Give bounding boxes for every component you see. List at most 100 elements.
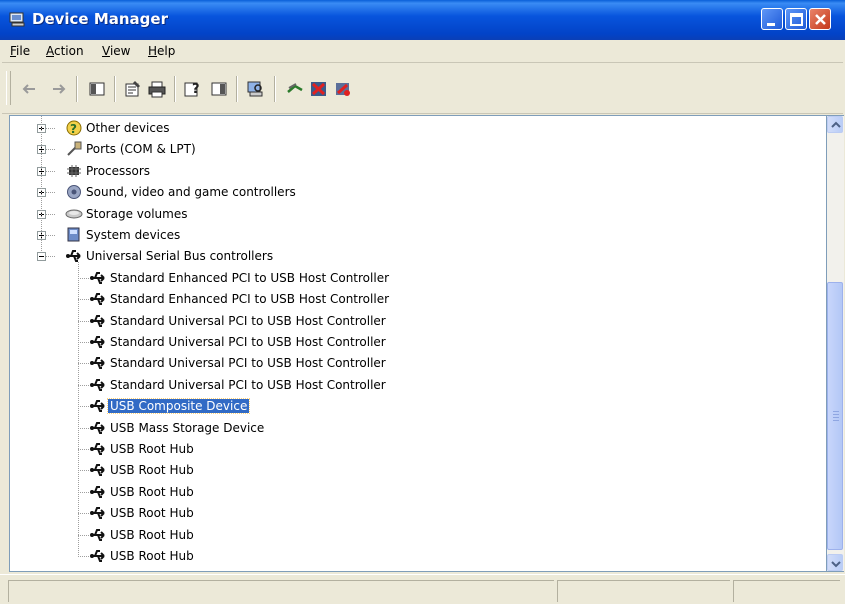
chevron-down-icon <box>831 561 841 568</box>
tree-device-label: USB Root Hub <box>110 463 194 478</box>
tree-device-row[interactable]: Standard Universal PCI to USB Host Contr… <box>10 375 810 395</box>
menu-file[interactable]: File <box>10 44 30 58</box>
usb-icon <box>90 485 105 498</box>
computer-monitor-icon <box>9 12 25 27</box>
usb-icon <box>90 507 105 520</box>
show-hide-console-tree-icon[interactable] <box>88 80 106 98</box>
tree-device-label: Standard Universal PCI to USB Host Contr… <box>110 377 386 392</box>
tree-device-row[interactable]: USB Root Hub <box>10 482 810 502</box>
title-bar[interactable]: Device Manager <box>0 0 845 40</box>
close-icon <box>815 14 826 25</box>
maximize-button[interactable] <box>785 8 807 30</box>
tree-category-label: System devices <box>86 228 181 242</box>
forward-arrow-icon[interactable] <box>50 80 68 98</box>
processor-chip-icon <box>67 164 81 177</box>
chevron-up-icon <box>831 121 841 128</box>
minimize-button[interactable] <box>761 8 783 30</box>
scroll-down-button[interactable] <box>827 554 843 571</box>
usb-icon <box>90 271 105 284</box>
tree-category-label: Universal Serial Bus controllers <box>86 249 274 264</box>
tree-category-label: Storage volumes <box>86 206 188 221</box>
tree-category-row[interactable]: System devices <box>10 225 810 245</box>
vertical-scrollbar[interactable] <box>827 115 844 572</box>
tree-device-label: Standard Universal PCI to USB Host Contr… <box>110 356 386 371</box>
tree-device-label: USB Root Hub <box>110 506 194 521</box>
tree-device-row[interactable]: USB Root Hub <box>10 546 810 566</box>
tree-device-row[interactable]: USB Mass Storage Device <box>10 418 810 438</box>
scroll-up-button[interactable] <box>827 116 843 133</box>
tree-device-label: Standard Universal PCI to USB Host Contr… <box>110 335 386 349</box>
menu-action[interactable]: Action <box>46 44 84 58</box>
tree-device-row[interactable]: USB Root Hub <box>10 460 810 480</box>
usb-icon <box>90 336 105 348</box>
speaker-icon <box>67 185 81 200</box>
collapse-icon[interactable] <box>37 252 46 262</box>
status-bar <box>0 574 845 604</box>
update-driver-icon[interactable] <box>286 80 304 98</box>
port-connector-icon <box>67 141 82 157</box>
svg-text:?: ? <box>192 82 200 97</box>
tree-device-label: USB Root Hub <box>110 549 194 563</box>
tree-category-row[interactable]: ? Other devices <box>10 118 810 138</box>
print-icon[interactable] <box>148 80 166 98</box>
status-pane-3 <box>733 580 840 602</box>
status-pane-2 <box>557 580 730 602</box>
tree-category-label: Sound, video and game controllers <box>86 185 296 200</box>
menu-bar: File Action View Help <box>2 40 843 63</box>
system-device-icon <box>67 227 80 242</box>
usb-icon <box>66 250 81 263</box>
help-icon[interactable]: ? <box>184 80 202 98</box>
tree-category-label: Other devices <box>86 121 170 135</box>
usb-icon <box>90 443 105 455</box>
tree-category-row[interactable]: Ports (COM & LPT) <box>10 139 810 159</box>
tree-device-label: Standard Universal PCI to USB Host Contr… <box>110 313 386 328</box>
window-title: Device Manager <box>32 10 168 28</box>
menu-help[interactable]: Help <box>148 44 175 58</box>
tree-device-row[interactable]: USB Root Hub <box>10 525 810 545</box>
scroll-thumb[interactable] <box>827 282 843 550</box>
usb-icon <box>90 378 105 391</box>
tree-device-row[interactable]: Standard Universal PCI to USB Host Contr… <box>10 332 810 352</box>
tree-device-label: Standard Enhanced PCI to USB Host Contro… <box>110 270 390 285</box>
tree-category-row[interactable]: Universal Serial Bus controllers <box>10 246 810 266</box>
tree-device-row[interactable]: USB Composite Device <box>10 396 810 416</box>
usb-icon <box>90 357 105 370</box>
tree-device-label-selected: USB Composite Device <box>106 398 251 415</box>
tree-category-row[interactable]: Processors <box>10 161 810 181</box>
tree-device-label: USB Mass Storage Device <box>110 420 265 435</box>
tree-device-row[interactable]: Standard Enhanced PCI to USB Host Contro… <box>10 268 810 288</box>
show-hide-action-pane-icon[interactable] <box>210 80 228 98</box>
other-devices-question-icon: ? <box>66 120 82 136</box>
tree-device-label: USB Root Hub <box>110 442 194 456</box>
usb-icon <box>90 528 105 541</box>
back-arrow-icon[interactable] <box>20 80 38 98</box>
tree-device-row[interactable]: USB Root Hub <box>10 503 810 523</box>
properties-icon[interactable] <box>124 80 142 98</box>
menu-view[interactable]: View <box>102 44 130 58</box>
tree-device-row[interactable]: Standard Enhanced PCI to USB Host Contro… <box>10 289 810 309</box>
usb-icon <box>90 314 105 327</box>
usb-icon <box>90 400 105 413</box>
tree-category-row[interactable]: Sound, video and game controllers <box>10 182 810 202</box>
maximize-icon <box>790 13 803 26</box>
tree-device-row[interactable]: Standard Universal PCI to USB Host Contr… <box>10 311 810 331</box>
usb-icon <box>90 421 105 434</box>
tree-device-row[interactable]: USB Root Hub <box>10 439 810 459</box>
scan-hardware-changes-icon[interactable] <box>246 80 264 98</box>
tree-device-label: USB Root Hub <box>110 527 194 542</box>
usb-icon <box>90 464 105 477</box>
toolbar: ? <box>2 63 843 114</box>
storage-volume-icon <box>65 209 83 219</box>
usb-icon <box>90 293 105 306</box>
tree-category-row[interactable]: Storage volumes <box>10 204 810 224</box>
disable-device-icon[interactable] <box>334 80 352 98</box>
tree-category-label: Ports (COM & LPT) <box>86 142 196 157</box>
device-manager-window: Device Manager File Action View Help ? ?… <box>0 0 845 604</box>
uninstall-icon[interactable] <box>310 80 328 98</box>
close-button[interactable] <box>809 8 831 30</box>
usb-icon <box>90 550 105 562</box>
tree-category-label: Processors <box>86 163 151 178</box>
device-tree[interactable]: ? Other devices Ports (COM & LPT) Processor… <box>9 115 827 572</box>
tree-device-row[interactable]: Standard Universal PCI to USB Host Contr… <box>10 353 810 373</box>
svg-text:?: ? <box>70 122 77 136</box>
